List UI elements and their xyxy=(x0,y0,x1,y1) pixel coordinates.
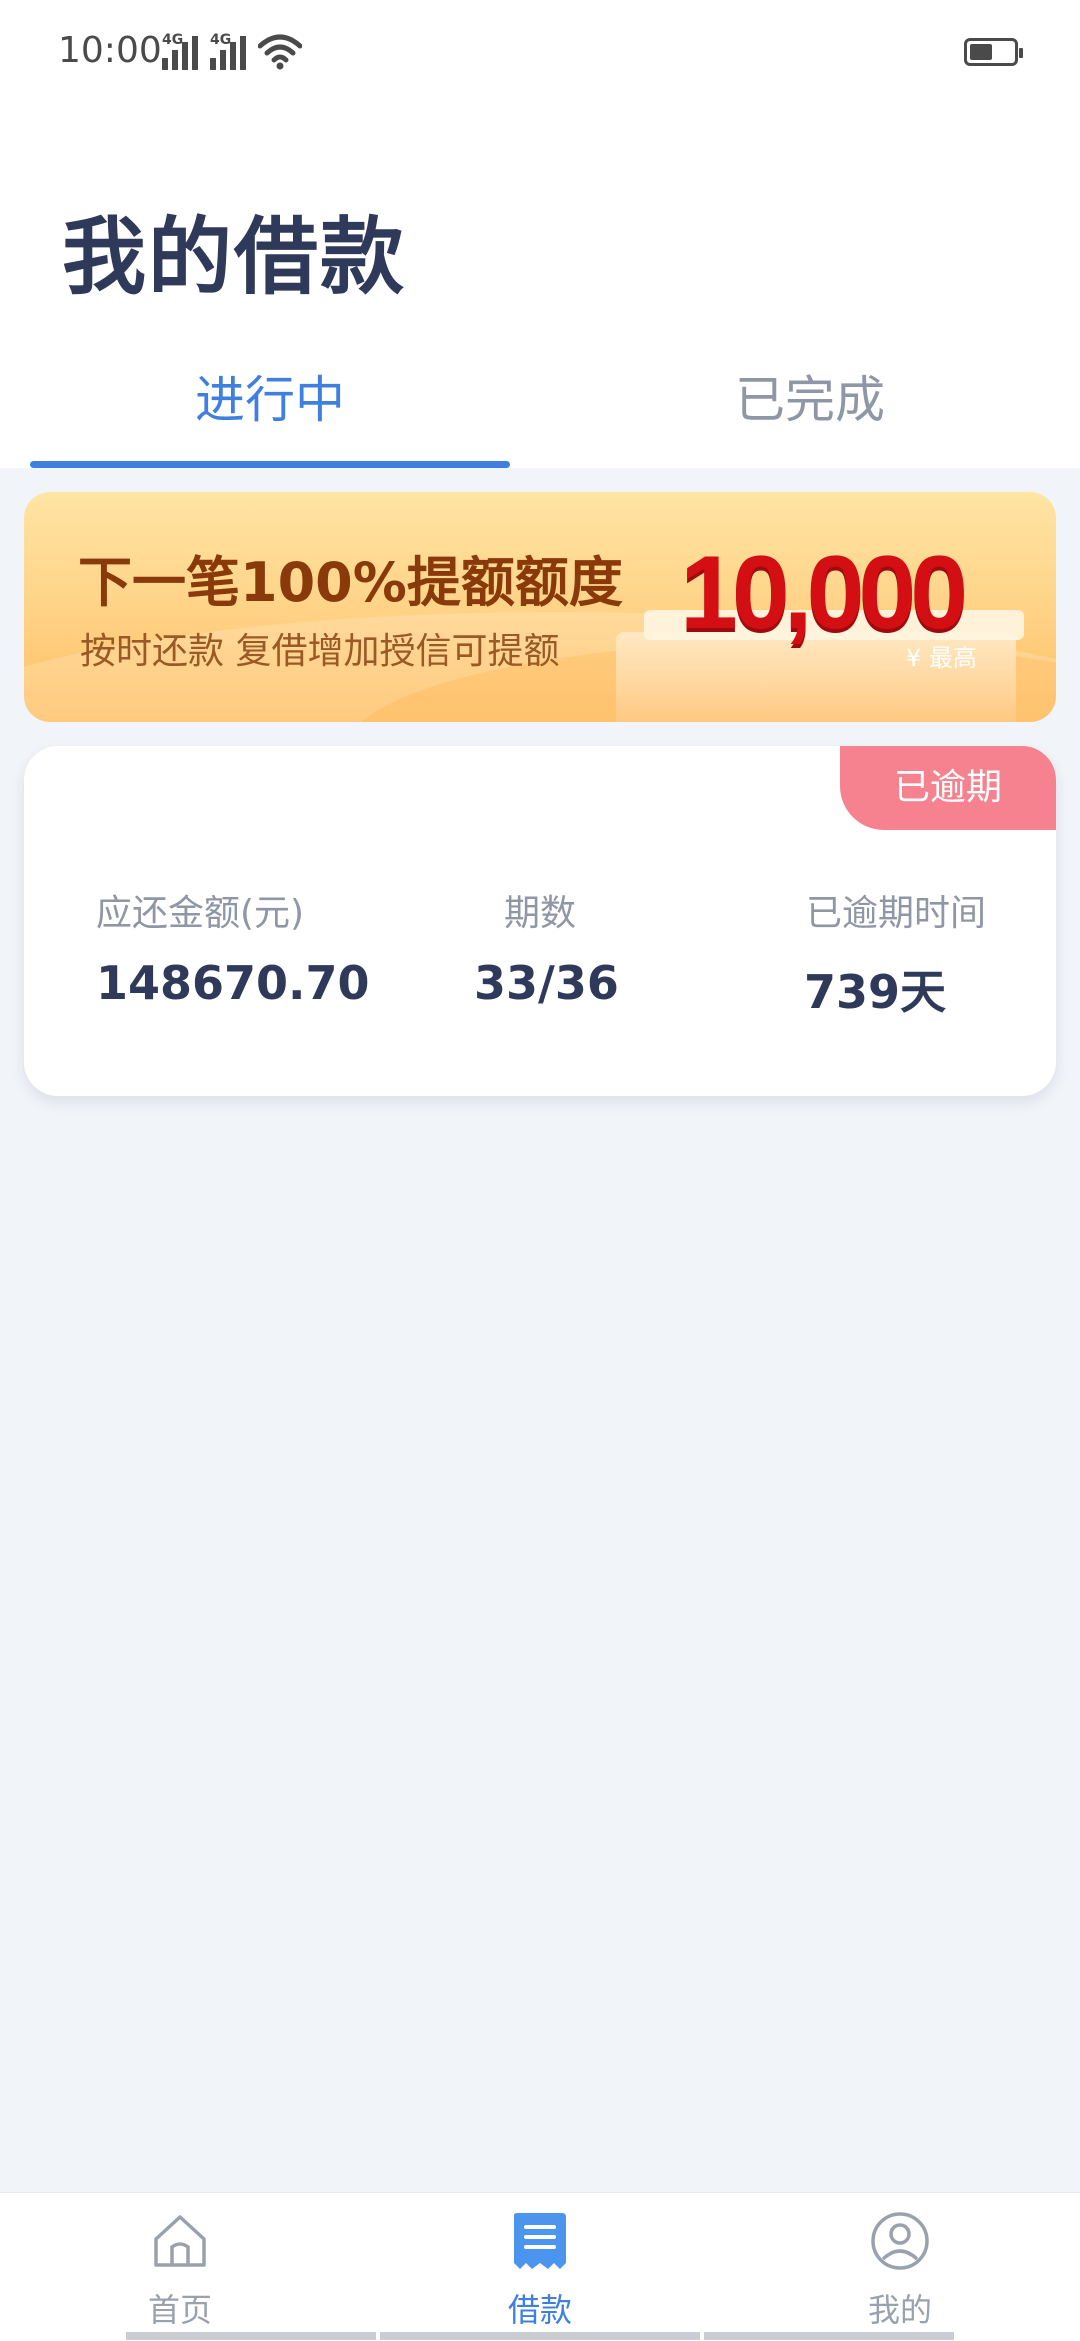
tab-bar: 进行中 已完成 xyxy=(0,360,1080,468)
network-type-label: 4G xyxy=(210,32,232,48)
active-tab-indicator xyxy=(30,461,510,468)
loan-document-icon xyxy=(514,2213,566,2269)
page-title: 我的借款 xyxy=(62,208,407,306)
wifi-icon xyxy=(258,34,302,70)
home-indicator xyxy=(704,2332,954,2340)
overdue-duration-value: 739天 xyxy=(804,965,947,1019)
status-icons: 4G 4G xyxy=(162,32,302,70)
tab-in-progress[interactable]: 进行中 xyxy=(0,360,540,440)
banner-headline: 下一笔100%提额额度 xyxy=(78,551,623,614)
home-indicator xyxy=(380,2332,700,2340)
signal-icon: 4G xyxy=(162,32,200,70)
banner-subtitle: 按时还款 复借增加授信可提额 xyxy=(80,631,560,672)
nav-label-home: 首页 xyxy=(147,2291,212,2329)
amount-due-label: 应还金额(元) xyxy=(96,893,305,934)
header-area: 10:00 4G 4G 我的借款 进行中 已完成 xyxy=(0,0,1080,468)
banner-amount-note: ¥ 最高 xyxy=(906,644,977,672)
promo-banner[interactable]: 下一笔100%提额额度 按时还款 复借增加授信可提额 10,000 xyxy=(24,492,1056,722)
nav-item-profile[interactable]: 我的 xyxy=(720,2193,1080,2341)
status-time: 10:00 xyxy=(58,30,162,71)
nav-item-home[interactable]: 首页 xyxy=(0,2193,360,2341)
nav-label-profile: 我的 xyxy=(867,2291,932,2329)
installments-value: 33/36 xyxy=(474,956,619,1010)
profile-icon xyxy=(871,2212,929,2270)
nav-label-loans: 借款 xyxy=(507,2291,572,2329)
tab-completed[interactable]: 已完成 xyxy=(540,360,1080,440)
loan-card[interactable]: 已逾期 应还金额(元) 148670.70 期数 33/36 已逾期时间 739… xyxy=(24,746,1056,1096)
nav-item-loans[interactable]: 借款 xyxy=(360,2193,720,2341)
status-bar: 10:00 4G 4G xyxy=(0,0,1080,110)
battery-icon xyxy=(964,38,1023,66)
network-type-label: 4G xyxy=(162,32,184,48)
amount-due-value: 148670.70 xyxy=(96,956,370,1010)
signal-icon: 4G xyxy=(210,32,248,70)
installments-label: 期数 xyxy=(504,893,577,934)
overdue-duration-label: 已逾期时间 xyxy=(806,893,987,934)
home-icon xyxy=(154,2215,206,2267)
home-indicator xyxy=(126,2332,376,2340)
banner-amount: 10,000 xyxy=(680,535,968,651)
status-badge: 已逾期 xyxy=(840,746,1056,830)
bottom-nav: 首页 借款 我的 xyxy=(0,2192,1080,2341)
